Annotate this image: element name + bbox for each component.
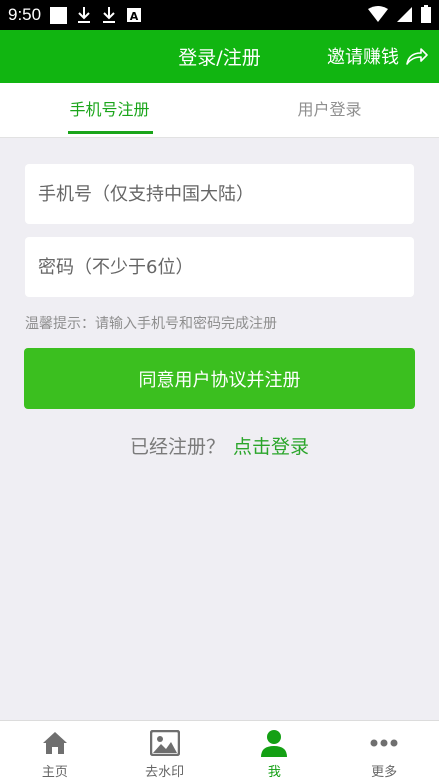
bottom-nav: 主页 去水印 我 更多 [0,720,439,782]
agree-register-button[interactable]: 同意用户协议并注册 [24,348,415,409]
register-hint: 温馨提示：请输入手机号和密码完成注册 [25,316,277,332]
nav-label-home: 主页 [41,765,68,780]
image-icon [149,730,180,756]
download-icon [78,7,91,23]
signal-icon [397,6,412,22]
download-icon [103,7,116,23]
more-dots-icon [370,739,398,747]
phone-input[interactable] [25,164,414,224]
person-icon [261,730,288,757]
nav-item-home[interactable]: 主页 [0,721,110,782]
photo-icon [50,6,68,24]
tab-phone-register[interactable]: 手机号注册 [0,83,219,138]
phone-field-container [25,164,414,224]
share-arrow-icon [406,48,428,65]
status-time: 9:50 [8,5,42,24]
nav-label-more: 更多 [371,765,398,780]
nav-label-watermark: 去水印 [145,765,185,780]
svg-text:A: A [130,10,139,23]
nav-item-more[interactable]: 更多 [329,721,439,782]
password-field-container [25,237,414,297]
invite-label: 邀请赚钱 [327,47,399,68]
status-bar: 9:50 A [0,0,439,30]
font-icon: A [127,8,142,23]
login-link[interactable]: 点击登录 [233,436,309,458]
tab-user-login[interactable]: 用户登录 [220,83,439,138]
active-tab-indicator [68,131,153,134]
nav-label-me: 我 [267,765,281,780]
app-header: 登录/注册 邀请赚钱 [0,30,439,83]
login-prompt-text: 已经注册？ [129,436,225,458]
nav-item-watermark[interactable]: 去水印 [110,721,220,782]
battery-icon [421,5,431,23]
nav-item-me[interactable]: 我 [220,721,330,782]
home-icon [42,732,67,754]
wifi-icon [368,5,388,22]
password-input[interactable] [25,237,414,297]
tab-bar: 手机号注册 用户登录 [0,83,439,138]
login-prompt: 已经注册？ 点击登录 [0,432,439,459]
invite-button[interactable]: 邀请赚钱 [327,43,429,69]
